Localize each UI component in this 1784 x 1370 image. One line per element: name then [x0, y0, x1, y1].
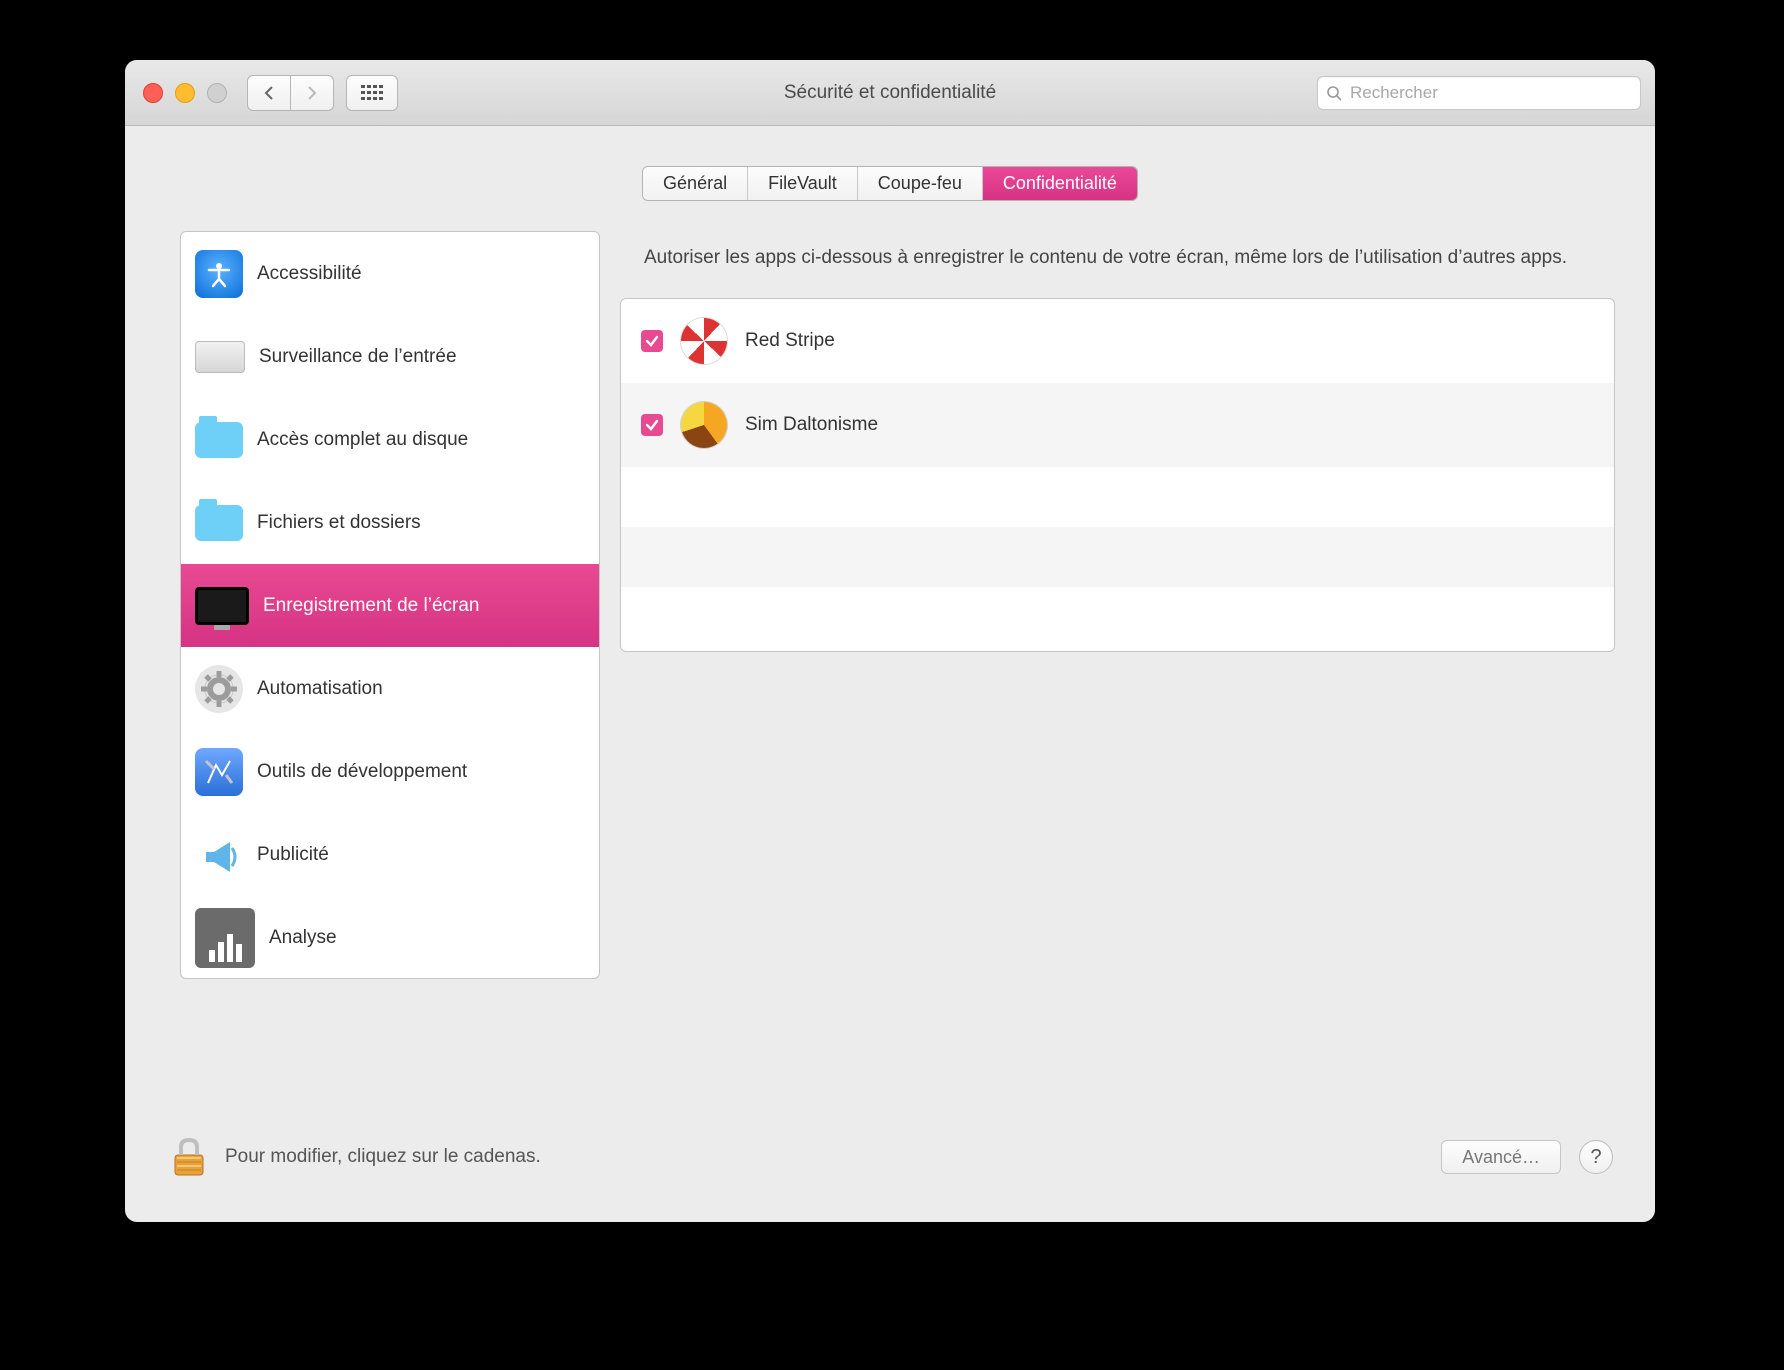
empty-row: [621, 467, 1614, 527]
search-wrap: [1317, 76, 1641, 110]
sidebar-item-automation[interactable]: Automatisation: [181, 647, 599, 730]
search-icon: [1326, 85, 1342, 101]
tab-general[interactable]: Général: [643, 167, 748, 200]
footer: Pour modifier, cliquez sur le cadenas. A…: [125, 1092, 1655, 1222]
titlebar: Sécurité et confidentialité: [125, 60, 1655, 126]
minimize-window-button[interactable]: [175, 83, 195, 103]
app-checkbox[interactable]: [641, 330, 663, 352]
sidebar-item-label: Surveillance de l’entrée: [259, 346, 457, 368]
nav-buttons: [247, 75, 334, 111]
tab-firewall[interactable]: Coupe-feu: [858, 167, 983, 200]
megaphone-icon: [195, 831, 243, 879]
lock-icon[interactable]: [167, 1135, 211, 1179]
app-label: Sim Daltonisme: [745, 414, 878, 436]
sidebar-item-files-folders[interactable]: Fichiers et dossiers: [181, 481, 599, 564]
content: Accessibilité Surveillance de l’entrée A…: [125, 201, 1655, 1009]
privacy-sidebar[interactable]: Accessibilité Surveillance de l’entrée A…: [180, 231, 600, 979]
developer-tools-icon: [195, 748, 243, 796]
sidebar-item-accessibility[interactable]: Accessibilité: [181, 232, 599, 315]
sidebar-item-input-monitoring[interactable]: Surveillance de l’entrée: [181, 315, 599, 398]
check-icon: [645, 334, 659, 348]
folder-icon: [195, 505, 243, 541]
search-input[interactable]: [1317, 76, 1641, 110]
forward-button[interactable]: [291, 75, 334, 111]
app-icon: [681, 318, 727, 364]
app-row[interactable]: Sim Daltonisme: [621, 383, 1614, 467]
sidebar-item-full-disk-access[interactable]: Accès complet au disque: [181, 398, 599, 481]
tabs: Général FileVault Coupe-feu Confidential…: [642, 166, 1138, 201]
sidebar-item-label: Accessibilité: [257, 263, 362, 285]
advanced-button[interactable]: Avancé…: [1441, 1140, 1561, 1174]
pane-description: Autoriser les apps ci-dessous à enregist…: [644, 245, 1611, 272]
monitor-icon: [195, 587, 249, 625]
empty-row: [621, 527, 1614, 587]
sidebar-item-label: Accès complet au disque: [257, 429, 468, 451]
traffic-lights: [143, 83, 227, 103]
accessibility-icon: [195, 250, 243, 298]
app-label: Red Stripe: [745, 330, 835, 352]
sidebar-item-developer-tools[interactable]: Outils de développement: [181, 730, 599, 813]
sidebar-item-label: Analyse: [269, 927, 337, 949]
empty-row: [621, 587, 1614, 647]
sidebar-item-advertising[interactable]: Publicité: [181, 813, 599, 896]
chevron-right-icon: [306, 85, 318, 101]
tab-privacy[interactable]: Confidentialité: [983, 167, 1137, 200]
show-all-button[interactable]: [346, 75, 398, 111]
lock-text: Pour modifier, cliquez sur le cadenas.: [225, 1146, 541, 1168]
tab-filevault[interactable]: FileVault: [748, 167, 858, 200]
app-row[interactable]: Red Stripe: [621, 299, 1614, 383]
sidebar-item-screen-recording[interactable]: Enregistrement de l’écran: [181, 564, 599, 647]
tab-bar: Général FileVault Coupe-feu Confidential…: [125, 166, 1655, 201]
chevron-left-icon: [263, 85, 275, 101]
sidebar-item-analytics[interactable]: Analyse: [181, 896, 599, 979]
app-checkbox[interactable]: [641, 414, 663, 436]
check-icon: [645, 418, 659, 432]
privacy-pane: Autoriser les apps ci-dessous à enregist…: [620, 231, 1615, 979]
back-button[interactable]: [247, 75, 291, 111]
gear-icon: [195, 665, 243, 713]
sidebar-item-label: Outils de développement: [257, 761, 467, 783]
app-list[interactable]: Red Stripe Sim Daltonisme: [620, 298, 1615, 652]
question-mark-icon: ?: [1590, 1146, 1601, 1169]
grid-icon: [361, 85, 383, 101]
keyboard-icon: [195, 341, 245, 373]
sidebar-item-label: Fichiers et dossiers: [257, 512, 421, 534]
sidebar-item-label: Automatisation: [257, 678, 383, 700]
app-icon: [681, 402, 727, 448]
help-button[interactable]: ?: [1579, 1140, 1613, 1174]
close-window-button[interactable]: [143, 83, 163, 103]
folder-icon: [195, 422, 243, 458]
sidebar-item-label: Enregistrement de l’écran: [263, 595, 480, 617]
analytics-icon: [195, 908, 255, 968]
fullscreen-window-button: [207, 83, 227, 103]
preferences-window: Sécurité et confidentialité Général File…: [125, 60, 1655, 1222]
sidebar-item-label: Publicité: [257, 844, 329, 866]
